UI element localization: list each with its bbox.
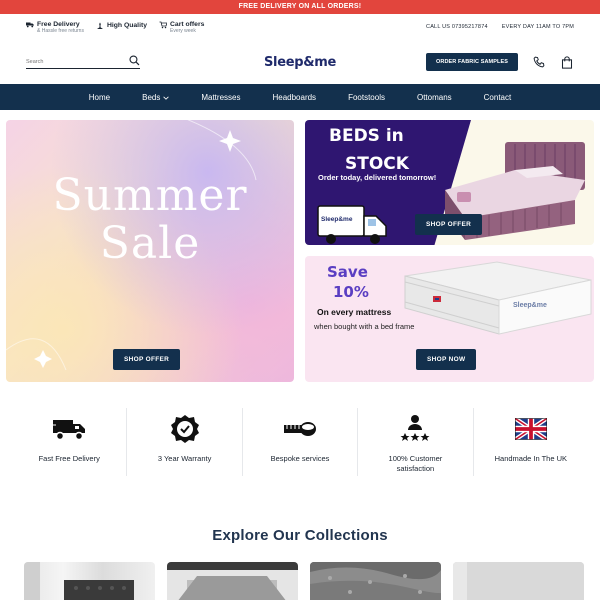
truck-icon [26,21,34,31]
save-line1: Save [327,263,368,281]
feature-label: 3 Year Warranty [157,454,212,463]
nav-item-headboards[interactable]: Headboards [256,93,332,102]
collections-grid [24,562,584,600]
collection-image [453,562,584,600]
nav-item-footstools[interactable]: Footstools [332,93,401,102]
nav-item-home[interactable]: Home [73,93,126,102]
tape-measure-icon [283,412,317,446]
announcement-text: FREE DELIVERY ON ALL ORDERS! [238,3,362,10]
info-high-quality: High Quality [96,22,147,33]
mattress-offer-text: On every mattress [317,307,392,317]
customer-rating-icon [399,412,431,446]
summer-line: Summer [52,170,248,221]
shopping-bag-icon[interactable] [560,55,574,69]
search-input[interactable] [26,58,116,65]
save-heading: Save 10% [327,262,369,302]
sale-line: Sale [99,218,201,269]
save-line2: 10% [333,283,369,301]
collection-card[interactable] [453,562,584,600]
search-icon[interactable] [129,53,140,71]
warranty-badge-icon [170,412,200,446]
info-title: High Quality [106,21,147,29]
main-navigation: Home Beds Mattresses Headboards Footstoo… [0,84,600,110]
order-fabric-samples-button[interactable]: ORDER FABRIC SAMPLES [426,53,518,71]
collection-card[interactable] [24,562,155,600]
feature-label: Handmade In The UK [494,454,568,463]
nav-item-mattresses[interactable]: Mattresses [185,93,256,102]
feature-warranty: 3 Year Warranty [127,408,243,476]
info-free-delivery: Free Delivery & Hassle free returns [26,21,84,34]
info-bar: Free Delivery & Hassle free returns High … [0,14,600,40]
uk-flag-icon [514,412,547,446]
nav-label: Ottomans [416,92,452,102]
collection-image [167,562,298,600]
nav-label: Home [88,92,111,102]
feature-label: Bespoke services [270,454,330,463]
nav-label: Contact [483,92,512,102]
feature-satisfaction: 100% Customer satisfaction [358,408,474,476]
features-strip: Fast Free Delivery 3 Year Warranty Bespo… [12,408,588,476]
info-sub: Every week [170,27,196,34]
delivery-truck-icon [52,412,86,446]
hero-banners: Summer Sale SHOP OFFER BEDS in STOCK Ord… [6,120,594,382]
collection-image [310,562,441,600]
beds-in-stock-banner[interactable]: BEDS in STOCK Order today, delivered tom… [305,120,594,245]
nav-item-beds[interactable]: Beds [126,93,185,102]
nav-item-contact[interactable]: Contact [468,93,528,102]
nav-label: Headboards [272,92,317,102]
summer-sale-heading: Summer Sale [6,172,294,268]
search-box[interactable] [26,53,140,71]
opening-hours: EVERY DAY 11AM TO 7PM [501,24,574,30]
beds-shop-offer-button[interactable]: SHOP OFFER [415,214,483,235]
mattress-offer-subtext: when bought with a bed frame [314,322,415,331]
top-announcement-bar: FREE DELIVERY ON ALL ORDERS! [0,0,600,14]
phone-number[interactable]: CALL US 07395217874 [426,24,488,30]
collections-heading: Explore Our Collections [212,527,388,544]
beds-heading: BEDS in STOCK [329,122,409,178]
site-header: Sleep&me ORDER FABRIC SAMPLES [0,40,600,84]
mattress-image [404,261,592,335]
info-title: Cart offers [170,20,205,28]
summer-shop-offer-button[interactable]: SHOP OFFER [113,349,181,370]
nav-label: Footstools [348,92,385,102]
nav-label: Beds [142,92,161,102]
mattress-offer-banner[interactable]: Save 10% On every mattress when bought w… [305,256,594,382]
feature-label: Fast Free Delivery [38,454,100,463]
feature-fast-delivery: Fast Free Delivery [12,408,128,476]
contact-info: CALL US 07395217874 EVERY DAY 11AM TO 7P… [426,24,574,30]
delivery-van-icon [317,205,387,244]
collection-card[interactable] [167,562,298,600]
mattress-brand: Sleep&me [513,302,547,309]
mattress-shop-now-button[interactable]: SHOP NOW [416,349,477,370]
feature-label: 100% Customer satisfaction [388,454,443,473]
chevron-down-icon [163,93,170,102]
phone-icon[interactable] [532,55,546,69]
info-title: Free Delivery [37,20,80,28]
beds-line1: BEDS in [329,126,404,146]
nav-label: Mattresses [201,92,241,102]
feature-handmade-uk: Handmade In The UK [474,408,588,476]
cart-icon [159,21,168,32]
nav-item-ottomans[interactable]: Ottomans [401,93,468,102]
info-sub: & Hassle free returns [37,27,84,34]
collection-card[interactable] [310,562,441,600]
quality-icon [96,22,104,33]
summer-sale-banner[interactable]: Summer Sale SHOP OFFER [6,120,294,382]
site-logo[interactable]: Sleep&me [264,55,336,70]
collection-image [24,562,134,600]
van-logo: Sleep&me [321,216,353,223]
info-cart-offers: Cart offers Every week [159,21,204,34]
feature-bespoke: Bespoke services [243,408,359,476]
